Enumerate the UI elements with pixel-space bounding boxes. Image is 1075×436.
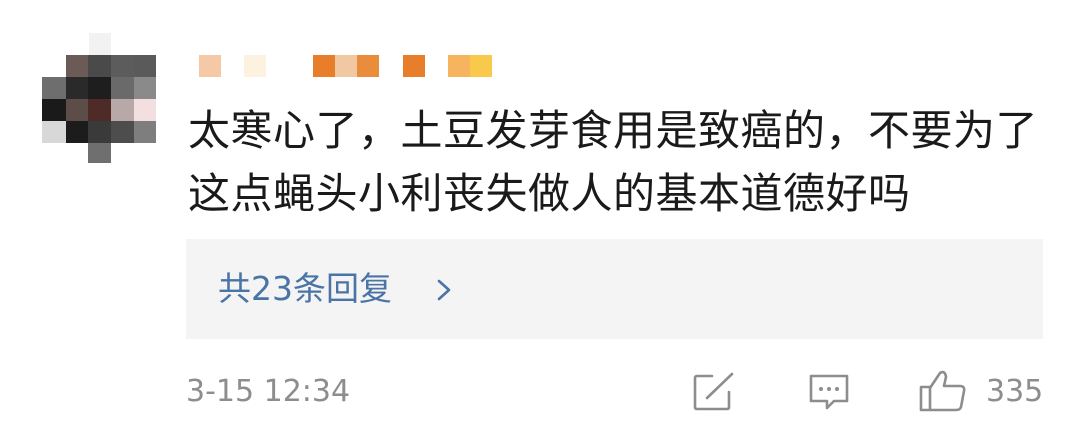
username-obscured[interactable] <box>199 55 499 77</box>
replies-count-label: 共23条回复 <box>218 269 392 308</box>
reply-button[interactable] <box>807 372 851 412</box>
like-count: 335 <box>986 374 1044 409</box>
share-icon <box>693 372 734 411</box>
like-button[interactable]: 335 <box>918 370 1048 412</box>
comment-item: 太寒心了，土豆发芽食用是致癌的，不要为了这点蝇头小利丧失做人的基本道德好吗 共2… <box>0 0 1075 436</box>
comment-icon <box>809 374 849 410</box>
avatar[interactable] <box>42 33 156 163</box>
share-button[interactable] <box>692 372 736 412</box>
comment-text: 太寒心了，土豆发芽食用是致癌的，不要为了这点蝇头小利丧失做人的基本道德好吗 <box>188 106 1039 218</box>
thumbs-up-icon <box>919 370 966 412</box>
chevron-right-icon <box>437 279 451 301</box>
comment-timestamp: 3-15 12:34 <box>186 374 351 409</box>
view-replies-button[interactable]: 共23条回复 <box>186 239 1043 339</box>
